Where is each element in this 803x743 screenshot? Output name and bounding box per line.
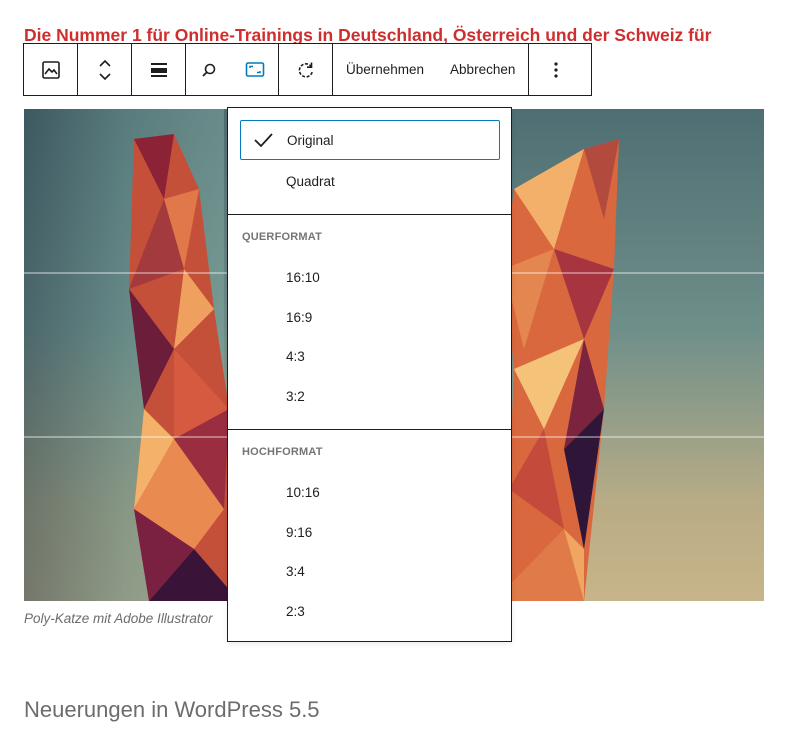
- move-up-down-icon: [95, 57, 115, 83]
- aspect-option-4-3[interactable]: 4:3: [240, 336, 500, 376]
- aspect-option-label: 3:2: [286, 388, 305, 404]
- align-button[interactable]: [132, 44, 185, 95]
- search-icon: [200, 61, 218, 79]
- aspect-ratio-button[interactable]: [232, 44, 278, 95]
- aspect-option-square[interactable]: Quadrat: [240, 161, 500, 201]
- aspect-option-3-2[interactable]: 3:2: [240, 376, 500, 416]
- group-label-portrait: Hochformat: [242, 446, 323, 458]
- apply-button[interactable]: Übernehmen: [333, 44, 437, 95]
- aspect-option-label: 16:9: [286, 309, 313, 325]
- image-caption[interactable]: Poly-Katze mit Adobe Illustrator: [24, 611, 213, 626]
- aspect-option-label: 2:3: [286, 603, 305, 619]
- toolbar-group-block: [24, 44, 132, 95]
- move-block-button[interactable]: [77, 44, 131, 95]
- aspect-option-10-16[interactable]: 10:16: [240, 472, 500, 512]
- image-block-toolbar: Übernehmen Abbrechen: [23, 43, 592, 96]
- aspect-option-16-10[interactable]: 16:10: [240, 257, 500, 297]
- aspect-option-9-16[interactable]: 9:16: [240, 512, 500, 552]
- image-icon: [41, 60, 61, 80]
- toolbar-group-crop: [186, 44, 333, 95]
- aspect-option-original[interactable]: Original: [240, 120, 500, 160]
- toolbar-group-align: [132, 44, 186, 95]
- aspect-option-label: 3:4: [286, 563, 305, 579]
- aspect-option-2-3[interactable]: 2:3: [240, 591, 500, 631]
- more-options-icon: [553, 61, 559, 79]
- aspect-option-3-4[interactable]: 3:4: [240, 551, 500, 591]
- align-icon: [149, 60, 169, 80]
- rotate-icon: [296, 60, 316, 80]
- menu-divider: [228, 214, 511, 215]
- menu-divider: [228, 429, 511, 430]
- aspect-ratio-icon: [245, 61, 265, 79]
- checkmark-icon: [253, 132, 273, 151]
- toolbar-group-more: [529, 44, 582, 95]
- group-label-landscape: Querformat: [242, 231, 323, 243]
- aspect-option-label: Original: [287, 132, 334, 148]
- aspect-option-label: 16:10: [286, 269, 320, 285]
- rotate-button[interactable]: [278, 44, 332, 95]
- block-type-button[interactable]: [24, 44, 77, 95]
- aspect-option-label: 10:16: [286, 484, 320, 500]
- aspect-option-label: 9:16: [286, 524, 313, 540]
- zoom-button[interactable]: [186, 44, 232, 95]
- aspect-option-label: Quadrat: [286, 173, 335, 189]
- more-options-button[interactable]: [529, 44, 582, 95]
- aspect-option-label: 4:3: [286, 348, 305, 364]
- aspect-option-16-9[interactable]: 16:9: [240, 297, 500, 337]
- section-heading: Neuerungen in WordPress 5.5: [24, 697, 320, 722]
- cancel-button[interactable]: Abbrechen: [437, 44, 528, 95]
- toolbar-group-actions: Übernehmen Abbrechen: [333, 44, 530, 95]
- aspect-ratio-menu: Original Quadrat Querformat 16:10 16:9 4…: [227, 107, 512, 642]
